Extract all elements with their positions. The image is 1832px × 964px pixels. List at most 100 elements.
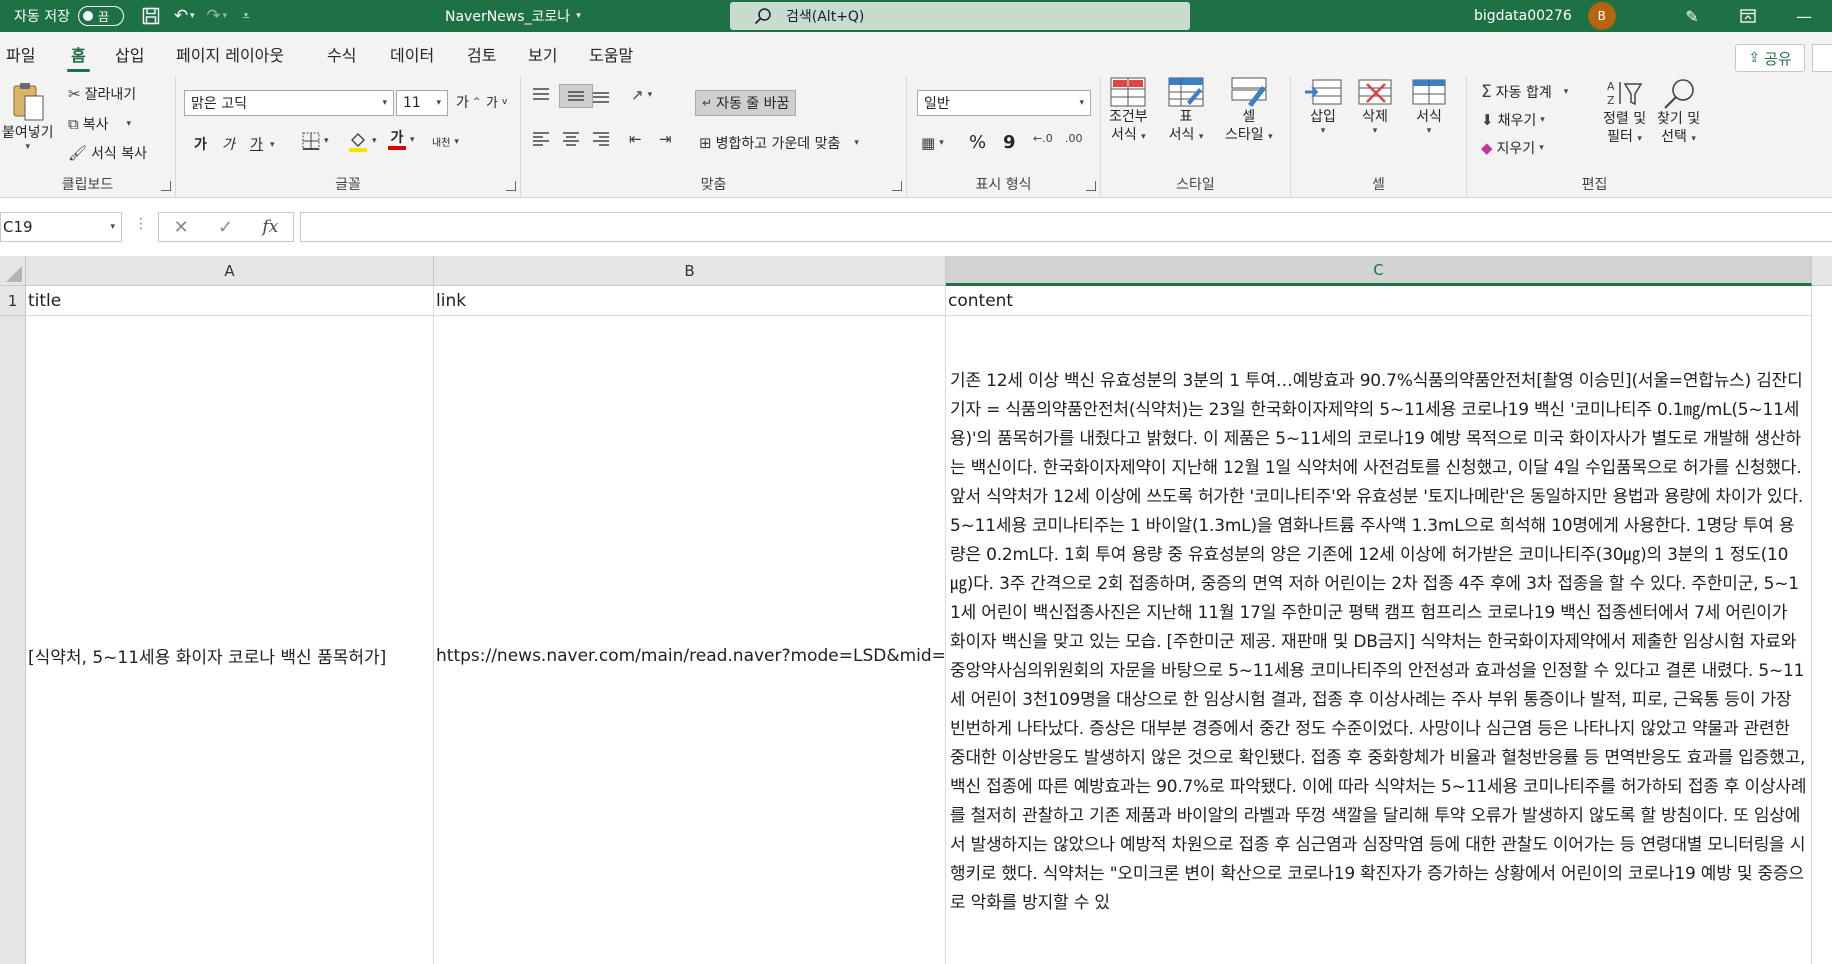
phonetic-button[interactable]: 내천 ▾: [432, 134, 459, 150]
cell-b1[interactable]: link: [434, 286, 946, 316]
tab-file[interactable]: 파일: [6, 32, 35, 76]
tab-insert[interactable]: 삽입: [115, 32, 144, 76]
align-bottom-button[interactable]: [591, 86, 611, 104]
column-header-b[interactable]: B: [434, 256, 946, 286]
align-left-button[interactable]: [531, 130, 551, 148]
wrap-text-button[interactable]: ↵ 자동 줄 바꿈: [695, 90, 797, 116]
column-header-c[interactable]: C: [946, 256, 1812, 286]
decrease-decimal-button[interactable]: .00: [1065, 132, 1083, 145]
tab-review[interactable]: 검토: [467, 32, 496, 76]
chevron-down-icon: ▾: [939, 138, 944, 148]
borders-button[interactable]: ▾: [302, 132, 329, 150]
autosave-toggle[interactable]: 끔: [77, 6, 124, 26]
find-select-button[interactable]: 찾기 및 선택 ▾: [1657, 76, 1700, 148]
insert-function-button[interactable]: fx: [262, 217, 278, 237]
customize-toolbar-icon[interactable]: ⩡: [231, 0, 261, 32]
clear-button[interactable]: ◆ 지우기 ▾: [1481, 138, 1544, 158]
chevron-down-icon: ▾: [1539, 143, 1544, 153]
account-area[interactable]: bigdata00276 B: [1474, 0, 1616, 32]
name-box-value: C19: [3, 218, 33, 236]
cell-styles-label-1: 셀: [1242, 109, 1256, 125]
font-color-button[interactable]: 가 ▾: [388, 130, 415, 150]
enter-icon[interactable]: ✓: [218, 217, 233, 238]
formula-bar-grip-icon[interactable]: ⋮: [134, 216, 148, 232]
cut-button[interactable]: ✂ 잘라내기: [68, 84, 136, 104]
align-middle-button[interactable]: [559, 84, 593, 108]
column-header-a[interactable]: A: [26, 256, 434, 286]
fill-button[interactable]: ⬇ 채우기 ▾: [1481, 110, 1545, 130]
format-painter-button[interactable]: 🖌 서식 복사: [68, 143, 147, 163]
merge-center-button[interactable]: ⊞ 병합하고 가운데 맞춤 ▾: [699, 133, 859, 153]
formula-input[interactable]: [300, 212, 1832, 242]
save-icon[interactable]: [136, 0, 166, 32]
redo-dropdown-icon[interactable]: ▾: [223, 11, 228, 21]
font-name-select[interactable]: 맑은 고딕 ▾: [184, 90, 394, 116]
insert-cells-button[interactable]: 삽입 ▾: [1303, 76, 1343, 136]
font-size-select[interactable]: 11 ▾: [396, 90, 448, 116]
format-cells-button[interactable]: 서식 ▾: [1409, 76, 1449, 136]
avatar[interactable]: B: [1587, 2, 1616, 30]
italic-button[interactable]: 가: [222, 134, 235, 154]
decrease-indent-button[interactable]: ⇤: [629, 130, 642, 148]
tab-formulas[interactable]: 수식: [327, 32, 356, 76]
cell-c2[interactable]: 기존 12세 이상 백신 유효성분의 3분의 1 투여…예방효과 90.7%식품…: [946, 316, 1812, 964]
document-title[interactable]: NaverNews_코로나 ▾: [445, 0, 581, 32]
number-format-select[interactable]: 일반 ▾: [917, 90, 1091, 116]
format-as-table-button[interactable]: 표 서식 ▾: [1167, 76, 1205, 146]
tab-help[interactable]: 도움말: [589, 32, 633, 76]
grow-font-button[interactable]: 가 ^: [456, 92, 480, 112]
column-header-d[interactable]: [1812, 256, 1832, 286]
align-top-button[interactable]: [531, 86, 551, 104]
conditional-formatting-button[interactable]: 조건부 서식 ▾: [1109, 76, 1148, 146]
align-center-button[interactable]: [561, 130, 581, 148]
comma-button[interactable]: 9: [1003, 132, 1016, 153]
cell-b2[interactable]: https://news.naver.com/main/read.naver?m…: [434, 316, 946, 964]
select-all-button[interactable]: [0, 256, 26, 286]
sigma-icon: Σ: [1481, 82, 1492, 102]
shrink-font-label: 가: [486, 96, 498, 111]
autosum-button[interactable]: Σ 자동 합계 ▾: [1481, 82, 1568, 102]
pen-icon[interactable]: ✎: [1664, 0, 1720, 32]
underline-button[interactable]: 가: [250, 134, 263, 154]
percent-button[interactable]: %: [969, 132, 986, 153]
bold-button[interactable]: 가: [194, 134, 207, 154]
copy-button[interactable]: ⧉ 복사 ▾: [68, 114, 131, 134]
cell-styles-button[interactable]: 셀 스타일 ▾: [1225, 76, 1273, 146]
name-box[interactable]: C19 ▾: [0, 212, 122, 242]
dialog-launcher-icon[interactable]: [161, 181, 171, 191]
comments-button[interactable]: [1812, 44, 1832, 72]
orientation-button[interactable]: ↗ ▾: [631, 86, 652, 104]
ribbon-display-icon[interactable]: [1720, 0, 1776, 32]
conditional-label-2: 서식 ▾: [1111, 126, 1146, 146]
tab-page-layout[interactable]: 페이지 레이아웃: [176, 32, 284, 76]
font-group-label: 글꼴: [335, 177, 361, 193]
tab-home[interactable]: 홈: [67, 32, 90, 76]
window-controls: ✎ —: [1664, 0, 1832, 32]
delete-cells-button[interactable]: 삭제 ▾: [1355, 76, 1395, 136]
dialog-launcher-icon[interactable]: [892, 181, 902, 191]
align-right-button[interactable]: [591, 130, 611, 148]
cell-a2[interactable]: [식약처, 5~11세용 화이자 코로나 백신 품목허가]: [26, 316, 434, 964]
shrink-font-button[interactable]: 가v: [486, 92, 507, 111]
minimize-icon[interactable]: —: [1776, 0, 1832, 32]
tab-view[interactable]: 보기: [528, 32, 557, 76]
increase-indent-button[interactable]: ⇥: [659, 130, 672, 148]
dialog-launcher-icon[interactable]: [1086, 181, 1096, 191]
share-button[interactable]: ⇪ 공유: [1735, 44, 1805, 72]
underline-label: 가: [250, 137, 263, 153]
accounting-format-button[interactable]: ▦ ▾: [921, 134, 944, 152]
row-header-1[interactable]: 1: [0, 286, 26, 316]
cell-c1[interactable]: content: [946, 286, 1812, 316]
row-header-2[interactable]: [0, 316, 26, 964]
dialog-launcher-icon[interactable]: [506, 181, 516, 191]
chevron-down-icon[interactable]: ▾: [270, 140, 275, 150]
paste-button[interactable]: 붙여넣기 ▾: [2, 80, 54, 152]
cell-a1[interactable]: title: [26, 286, 434, 316]
sort-filter-button[interactable]: AZ 정렬 및 필터 ▾: [1603, 76, 1646, 148]
increase-decimal-button[interactable]: ←.0: [1033, 132, 1053, 145]
fill-color-button[interactable]: ▾: [348, 130, 377, 152]
undo-dropdown-icon[interactable]: ▾: [190, 11, 195, 21]
tab-data[interactable]: 데이터: [390, 32, 434, 76]
cancel-icon[interactable]: ✕: [174, 217, 189, 238]
search-input[interactable]: 검색(Alt+Q): [730, 2, 1190, 30]
